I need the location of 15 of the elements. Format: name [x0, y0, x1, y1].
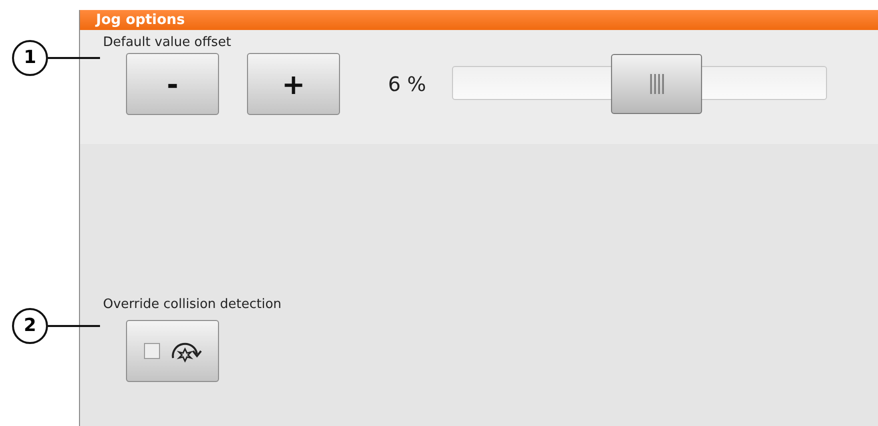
leader-line: [48, 325, 100, 327]
section-label: Override collision detection: [103, 296, 282, 314]
callout-number: 1: [12, 40, 48, 76]
checkbox[interactable]: [144, 343, 160, 359]
callout-number: 2: [12, 308, 48, 344]
decrease-button[interactable]: -: [126, 53, 219, 115]
collision-toggle-button[interactable]: [126, 320, 219, 382]
grip-icon: [650, 74, 664, 94]
offset-value: 6 %: [388, 72, 428, 96]
slider-thumb[interactable]: [611, 54, 702, 114]
slider-track[interactable]: [452, 54, 827, 114]
increase-button[interactable]: +: [247, 53, 340, 115]
leader-line: [48, 57, 100, 59]
section-label: Default value offset: [103, 34, 232, 52]
panel-title: Jog options: [80, 10, 878, 30]
